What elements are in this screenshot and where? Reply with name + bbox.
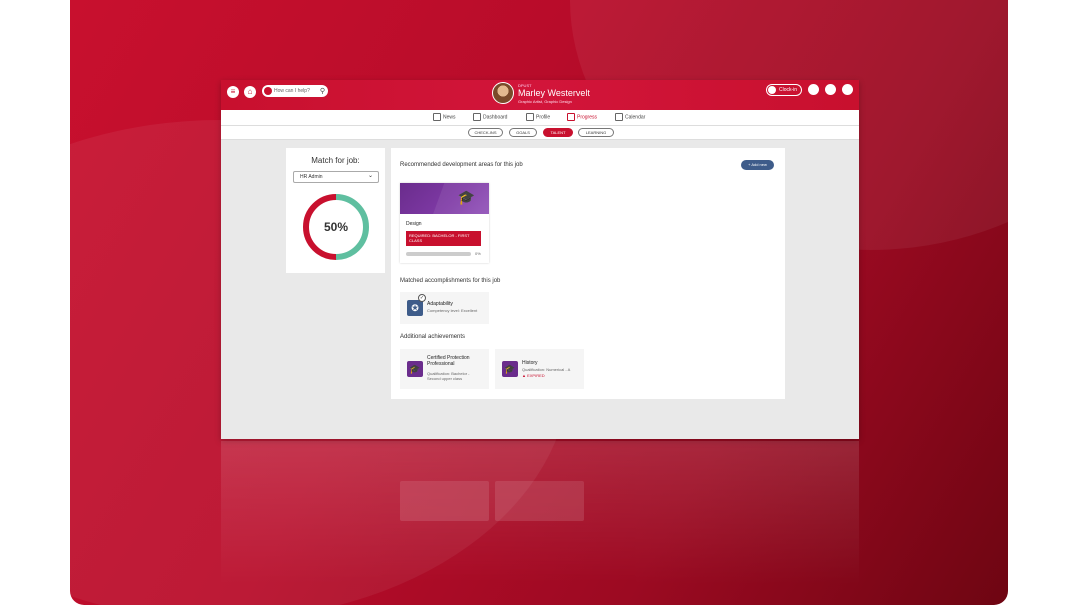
achievement-card[interactable]: 🎓 History Qualification: Numerical - A ▲… bbox=[495, 349, 584, 389]
accomplishment-card[interactable]: ✪ ✓ Adaptability Competency level: Excel… bbox=[400, 292, 489, 324]
nav-news[interactable]: News bbox=[433, 113, 456, 121]
accomplishment-title: Adaptability bbox=[427, 301, 453, 307]
nav-progress[interactable]: Progress bbox=[567, 113, 597, 121]
user-name: Marley Westervelt bbox=[518, 88, 590, 98]
star-icon bbox=[473, 113, 481, 121]
clock-icon bbox=[768, 86, 776, 94]
match-donut-chart: 50% bbox=[303, 194, 369, 260]
messages-icon[interactable] bbox=[825, 84, 836, 95]
main-nav: News Dashboard Profile Progress Calendar bbox=[221, 110, 859, 126]
sub-nav: CHECK-INS GOALS TALENT LEARNING bbox=[221, 126, 859, 140]
nav-calendar-label: Calendar bbox=[625, 114, 646, 121]
job-match-title: Match for job: bbox=[311, 156, 360, 165]
talent-content-card: Recommended development areas for this j… bbox=[391, 148, 785, 399]
app-window: ≡ ⌂ How can I help? ⚲ DPUST Marley Weste… bbox=[221, 80, 859, 439]
accomplishment-sub: Competency level: Excellent bbox=[427, 308, 478, 313]
search-icon[interactable]: ⚲ bbox=[320, 86, 325, 98]
clock-in-label: Clock-in bbox=[779, 87, 798, 93]
settings-icon[interactable] bbox=[842, 84, 853, 95]
development-banner: 🎓 bbox=[400, 183, 489, 214]
home-icon[interactable]: ⌂ bbox=[244, 86, 256, 98]
job-select[interactable]: HR Admin ⌄ bbox=[293, 171, 379, 183]
match-percent-label: 50% bbox=[324, 220, 348, 234]
add-new-button[interactable]: + Add new bbox=[741, 160, 774, 170]
avatar[interactable] bbox=[492, 82, 514, 104]
nav-profile-label: Profile bbox=[536, 114, 551, 121]
achievement-title: Certified Protection Professional bbox=[427, 355, 470, 367]
tab-goals[interactable]: GOALS bbox=[509, 128, 537, 137]
ribbon-icon: ✪ bbox=[407, 300, 423, 316]
check-icon: ✓ bbox=[418, 294, 426, 302]
warning-icon: ▲ bbox=[522, 373, 526, 378]
person-icon bbox=[526, 113, 534, 121]
development-card[interactable]: 🎓 Design REQUIRED: BACHELOR - FIRST CLAS… bbox=[400, 183, 489, 263]
news-icon bbox=[433, 113, 441, 121]
achievement-title: History bbox=[522, 360, 538, 366]
reflection-shape bbox=[400, 481, 489, 521]
calendar-icon bbox=[615, 113, 623, 121]
nav-profile[interactable]: Profile bbox=[526, 113, 550, 121]
user-profile[interactable]: DPUST Marley Westervelt Graphic Artist, … bbox=[492, 82, 622, 108]
recommended-title: Recommended development areas for this j… bbox=[400, 162, 523, 168]
expired-status: ▲ EXPIRED bbox=[522, 373, 545, 378]
tab-learning[interactable]: LEARNING bbox=[578, 128, 614, 137]
clock-in-button[interactable]: Clock-in bbox=[766, 84, 802, 96]
nav-news-label: News bbox=[443, 114, 456, 121]
achievement-sub: Qualification: Bachelor - Second upper c… bbox=[427, 371, 470, 381]
development-progress-bar bbox=[406, 252, 471, 256]
assistant-icon bbox=[264, 87, 272, 95]
development-name: Design bbox=[406, 221, 422, 227]
nav-dashboard-label: Dashboard bbox=[483, 114, 508, 121]
notification-icon[interactable] bbox=[808, 84, 819, 95]
additional-title: Additional achievements bbox=[400, 334, 466, 340]
chevron-down-icon: ⌄ bbox=[367, 173, 373, 179]
graduation-cap-icon: 🎓 bbox=[457, 189, 475, 205]
top-bar: ≡ ⌂ How can I help? ⚲ DPUST Marley Weste… bbox=[221, 80, 859, 110]
matched-title: Matched accomplishments for this job bbox=[400, 278, 501, 284]
achievement-sub: Qualification: Numerical - A bbox=[522, 367, 571, 372]
chart-icon bbox=[567, 113, 575, 121]
search-placeholder: How can I help? bbox=[274, 88, 310, 94]
user-role: Graphic Artist, Graphic Design bbox=[518, 99, 572, 104]
nav-dashboard[interactable]: Dashboard bbox=[473, 113, 507, 121]
achievement-card[interactable]: 🎓 Certified Protection Professional Qual… bbox=[400, 349, 489, 389]
tab-check-ins[interactable]: CHECK-INS bbox=[468, 128, 503, 137]
graduation-cap-icon: 🎓 bbox=[502, 361, 518, 377]
nav-calendar[interactable]: Calendar bbox=[615, 113, 645, 121]
development-progress-label: 0% bbox=[475, 251, 481, 256]
job-match-card: Match for job: HR Admin ⌄ 50% bbox=[286, 148, 385, 273]
app-reflection bbox=[221, 441, 859, 601]
reflection-shape bbox=[495, 481, 584, 521]
search-bar[interactable]: How can I help? ⚲ bbox=[262, 85, 328, 97]
background-stage: ≡ ⌂ How can I help? ⚲ DPUST Marley Weste… bbox=[70, 0, 1008, 605]
menu-icon[interactable]: ≡ bbox=[227, 86, 239, 98]
tab-talent[interactable]: TALENT bbox=[543, 128, 573, 137]
expired-label: EXPIRED bbox=[527, 373, 545, 378]
job-select-value: HR Admin bbox=[300, 174, 323, 180]
requirement-tag: REQUIRED: BACHELOR - FIRST CLASS bbox=[406, 231, 481, 246]
graduation-cap-icon: 🎓 bbox=[407, 361, 423, 377]
nav-progress-label: Progress bbox=[577, 114, 598, 121]
